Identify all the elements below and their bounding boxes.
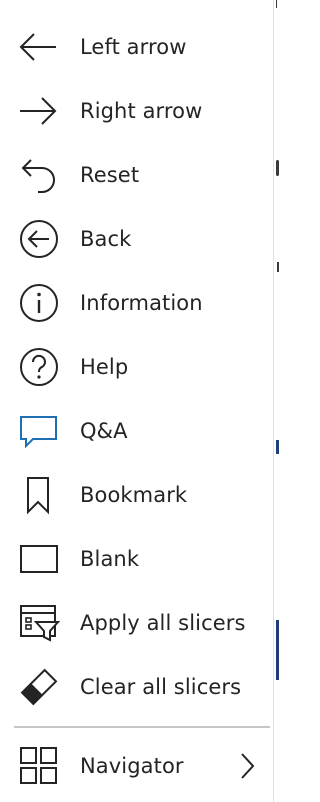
blank-icon — [20, 545, 58, 573]
menu-item-blank[interactable]: Blank — [0, 527, 272, 591]
navigator-grid-icon — [20, 747, 57, 784]
menu-item-navigator[interactable]: Navigator — [0, 734, 272, 798]
menu-item-label: Back — [80, 227, 132, 251]
menu-item-label: Help — [80, 355, 129, 379]
left-arrow-icon — [19, 33, 56, 61]
shapes-dropdown-page: Left arrow Right arrow Reset Back Inform… — [0, 0, 290, 802]
help-icon — [20, 348, 58, 386]
menu-item-back[interactable]: Back — [0, 207, 272, 271]
menu-item-label: Blank — [80, 547, 140, 571]
qna-icon — [20, 416, 57, 449]
bookmark-icon — [27, 477, 49, 515]
canvas-fragment — [276, 160, 279, 176]
canvas-fragment — [276, 620, 279, 680]
menu-item-label: Clear all slicers — [80, 675, 242, 699]
clear-slicers-icon — [20, 668, 58, 706]
menu-item-qna[interactable]: Q&A — [0, 399, 272, 463]
menu-item-left-arrow[interactable]: Left arrow — [0, 15, 272, 79]
apply-slicers-icon — [20, 605, 60, 642]
menu-item-reset[interactable]: Reset — [0, 143, 272, 207]
menu-item-label: Apply all slicers — [80, 611, 246, 635]
menu-divider — [14, 726, 270, 728]
menu-item-clear-all-slicers[interactable]: Clear all slicers — [0, 655, 272, 719]
menu-item-right-arrow[interactable]: Right arrow — [0, 79, 272, 143]
canvas-fragment — [277, 262, 279, 272]
information-icon — [20, 284, 58, 322]
menu-item-label: Reset — [80, 163, 140, 187]
reset-icon — [21, 159, 55, 193]
shapes-menu: Left arrow Right arrow Reset Back Inform… — [0, 0, 274, 802]
menu-item-label: Q&A — [80, 419, 128, 443]
menu-item-label: Information — [80, 291, 203, 315]
menu-item-label: Bookmark — [80, 483, 188, 507]
back-circle-icon — [20, 220, 58, 258]
canvas-fragment — [276, 0, 277, 8]
canvas-edge — [274, 0, 290, 802]
menu-item-bookmark[interactable]: Bookmark — [0, 463, 272, 527]
right-arrow-icon — [20, 97, 57, 125]
menu-item-label: Navigator — [80, 754, 184, 778]
canvas-fragment — [276, 440, 279, 454]
menu-item-label: Right arrow — [80, 99, 203, 123]
menu-item-information[interactable]: Information — [0, 271, 272, 335]
menu-item-label: Left arrow — [80, 35, 187, 59]
menu-item-apply-all-slicers[interactable]: Apply all slicers — [0, 591, 272, 655]
menu-item-help[interactable]: Help — [0, 335, 272, 399]
chevron-right-icon — [241, 753, 255, 779]
